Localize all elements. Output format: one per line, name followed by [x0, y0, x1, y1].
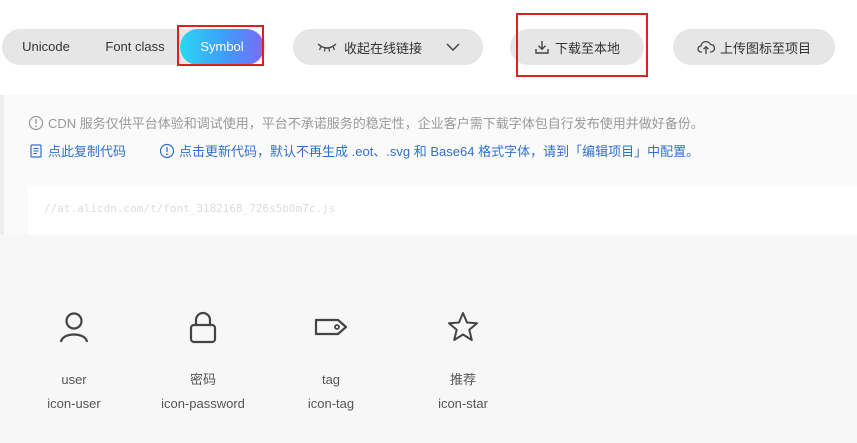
icon-code: icon-star [438, 396, 488, 411]
user-icon [59, 312, 89, 343]
icon-card-tag[interactable]: tag icon-tag [276, 310, 386, 414]
chevron-down-icon [446, 43, 460, 51]
download-local-button[interactable]: 下载至本地 [510, 29, 644, 65]
icon-card-password[interactable]: 密码 icon-password [148, 310, 258, 414]
cloud-upload-icon [697, 39, 715, 55]
icon-code: icon-tag [307, 396, 355, 411]
upload-to-project-button[interactable]: 上传图标至项目 [673, 29, 835, 65]
copy-icon [30, 143, 42, 158]
format-tabs: Unicode Font class Symbol [2, 29, 266, 65]
icon-name: 推荐 [449, 372, 476, 387]
upload-label: 上传图标至项目 [719, 40, 811, 56]
code-actions: 点此复制代码 点击更新代码，默认不再生成 .eot、.svg 和 Base64 … [28, 141, 699, 160]
download-label: 下载至本地 [554, 40, 620, 56]
eye-closed-icon [316, 41, 338, 53]
icon-card-user[interactable]: user icon-user [19, 310, 129, 414]
download-icon [534, 39, 550, 55]
notice-border [0, 95, 4, 235]
info-icon [28, 115, 44, 130]
code-url-box[interactable]: //at.alicdn.com/t/font_3182168_726s5b0m7… [28, 186, 857, 234]
cdn-warning: CDN 服务仅供平台体验和调试使用，平台不承诺服务的稳定性，企业客户需下载字体包… [28, 113, 704, 132]
cdn-warning-text: CDN 服务仅供平台体验和调试使用，平台不承诺服务的稳定性，企业客户需下载字体包… [48, 116, 704, 131]
star-icon [448, 312, 478, 341]
icon-name: tag [321, 372, 341, 387]
icon-code: icon-password [161, 396, 245, 411]
tab-unicode[interactable]: Unicode [2, 29, 90, 65]
copy-code-label: 点此复制代码 [48, 144, 127, 159]
icon-card-star[interactable]: 推荐 icon-star [408, 310, 518, 414]
collapse-online-link-button[interactable]: 收起在线链接 [293, 29, 483, 65]
update-code-link[interactable]: 点击更新代码，默认不再生成 .eot、.svg 和 Base64 格式字体，请到… [159, 141, 699, 160]
tag-icon [314, 318, 348, 336]
lock-icon [189, 311, 217, 344]
tab-font-class[interactable]: Font class [90, 29, 180, 65]
info-icon [159, 143, 175, 158]
update-code-label: 点击更新代码，默认不再生成 .eot、.svg 和 Base64 格式字体，请到… [179, 144, 700, 159]
icon-code: icon-user [47, 396, 101, 411]
tab-symbol[interactable]: Symbol [180, 29, 264, 65]
icon-name: user [61, 372, 87, 387]
copy-code-link[interactable]: 点此复制代码 [28, 141, 126, 160]
icon-name: 密码 [189, 372, 216, 387]
collapse-label: 收起在线链接 [343, 40, 422, 56]
